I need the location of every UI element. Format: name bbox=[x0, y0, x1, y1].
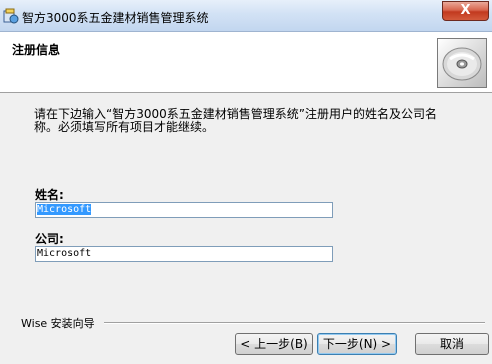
installer-app-icon bbox=[3, 8, 19, 24]
wizard-brand-label: Wise 安装向导 bbox=[21, 317, 95, 330]
cd-disc-icon bbox=[437, 38, 487, 88]
next-button[interactable]: 下一步(N) > bbox=[317, 333, 397, 355]
title-bar[interactable]: 智方3000系五金建材销售管理系统 X bbox=[0, 0, 492, 32]
back-button[interactable]: < 上一步(B) bbox=[235, 333, 313, 355]
window-title: 智方3000系五金建材销售管理系统 bbox=[22, 11, 209, 25]
page-header: 注册信息 bbox=[0, 32, 492, 93]
close-button[interactable]: X bbox=[442, 1, 489, 21]
instruction-line-2: 称。必须填写所有项目才能继续。 bbox=[34, 120, 215, 134]
name-field-value: Microsoft bbox=[37, 204, 92, 215]
company-label: 公司: bbox=[35, 232, 64, 246]
cancel-button[interactable]: 取消 bbox=[415, 333, 489, 355]
company-field-value: Microsoft bbox=[37, 248, 92, 259]
company-field[interactable]: Microsoft bbox=[35, 246, 333, 262]
name-label: 姓名: bbox=[35, 188, 64, 202]
name-field[interactable]: Microsoft bbox=[35, 202, 333, 218]
footer-divider bbox=[104, 322, 485, 324]
page-title: 注册信息 bbox=[12, 43, 61, 57]
instruction-text: 请在下边输入“智方3000系五金建材销售管理系统”注册用户的姓名及公司名 称。必… bbox=[34, 108, 474, 134]
